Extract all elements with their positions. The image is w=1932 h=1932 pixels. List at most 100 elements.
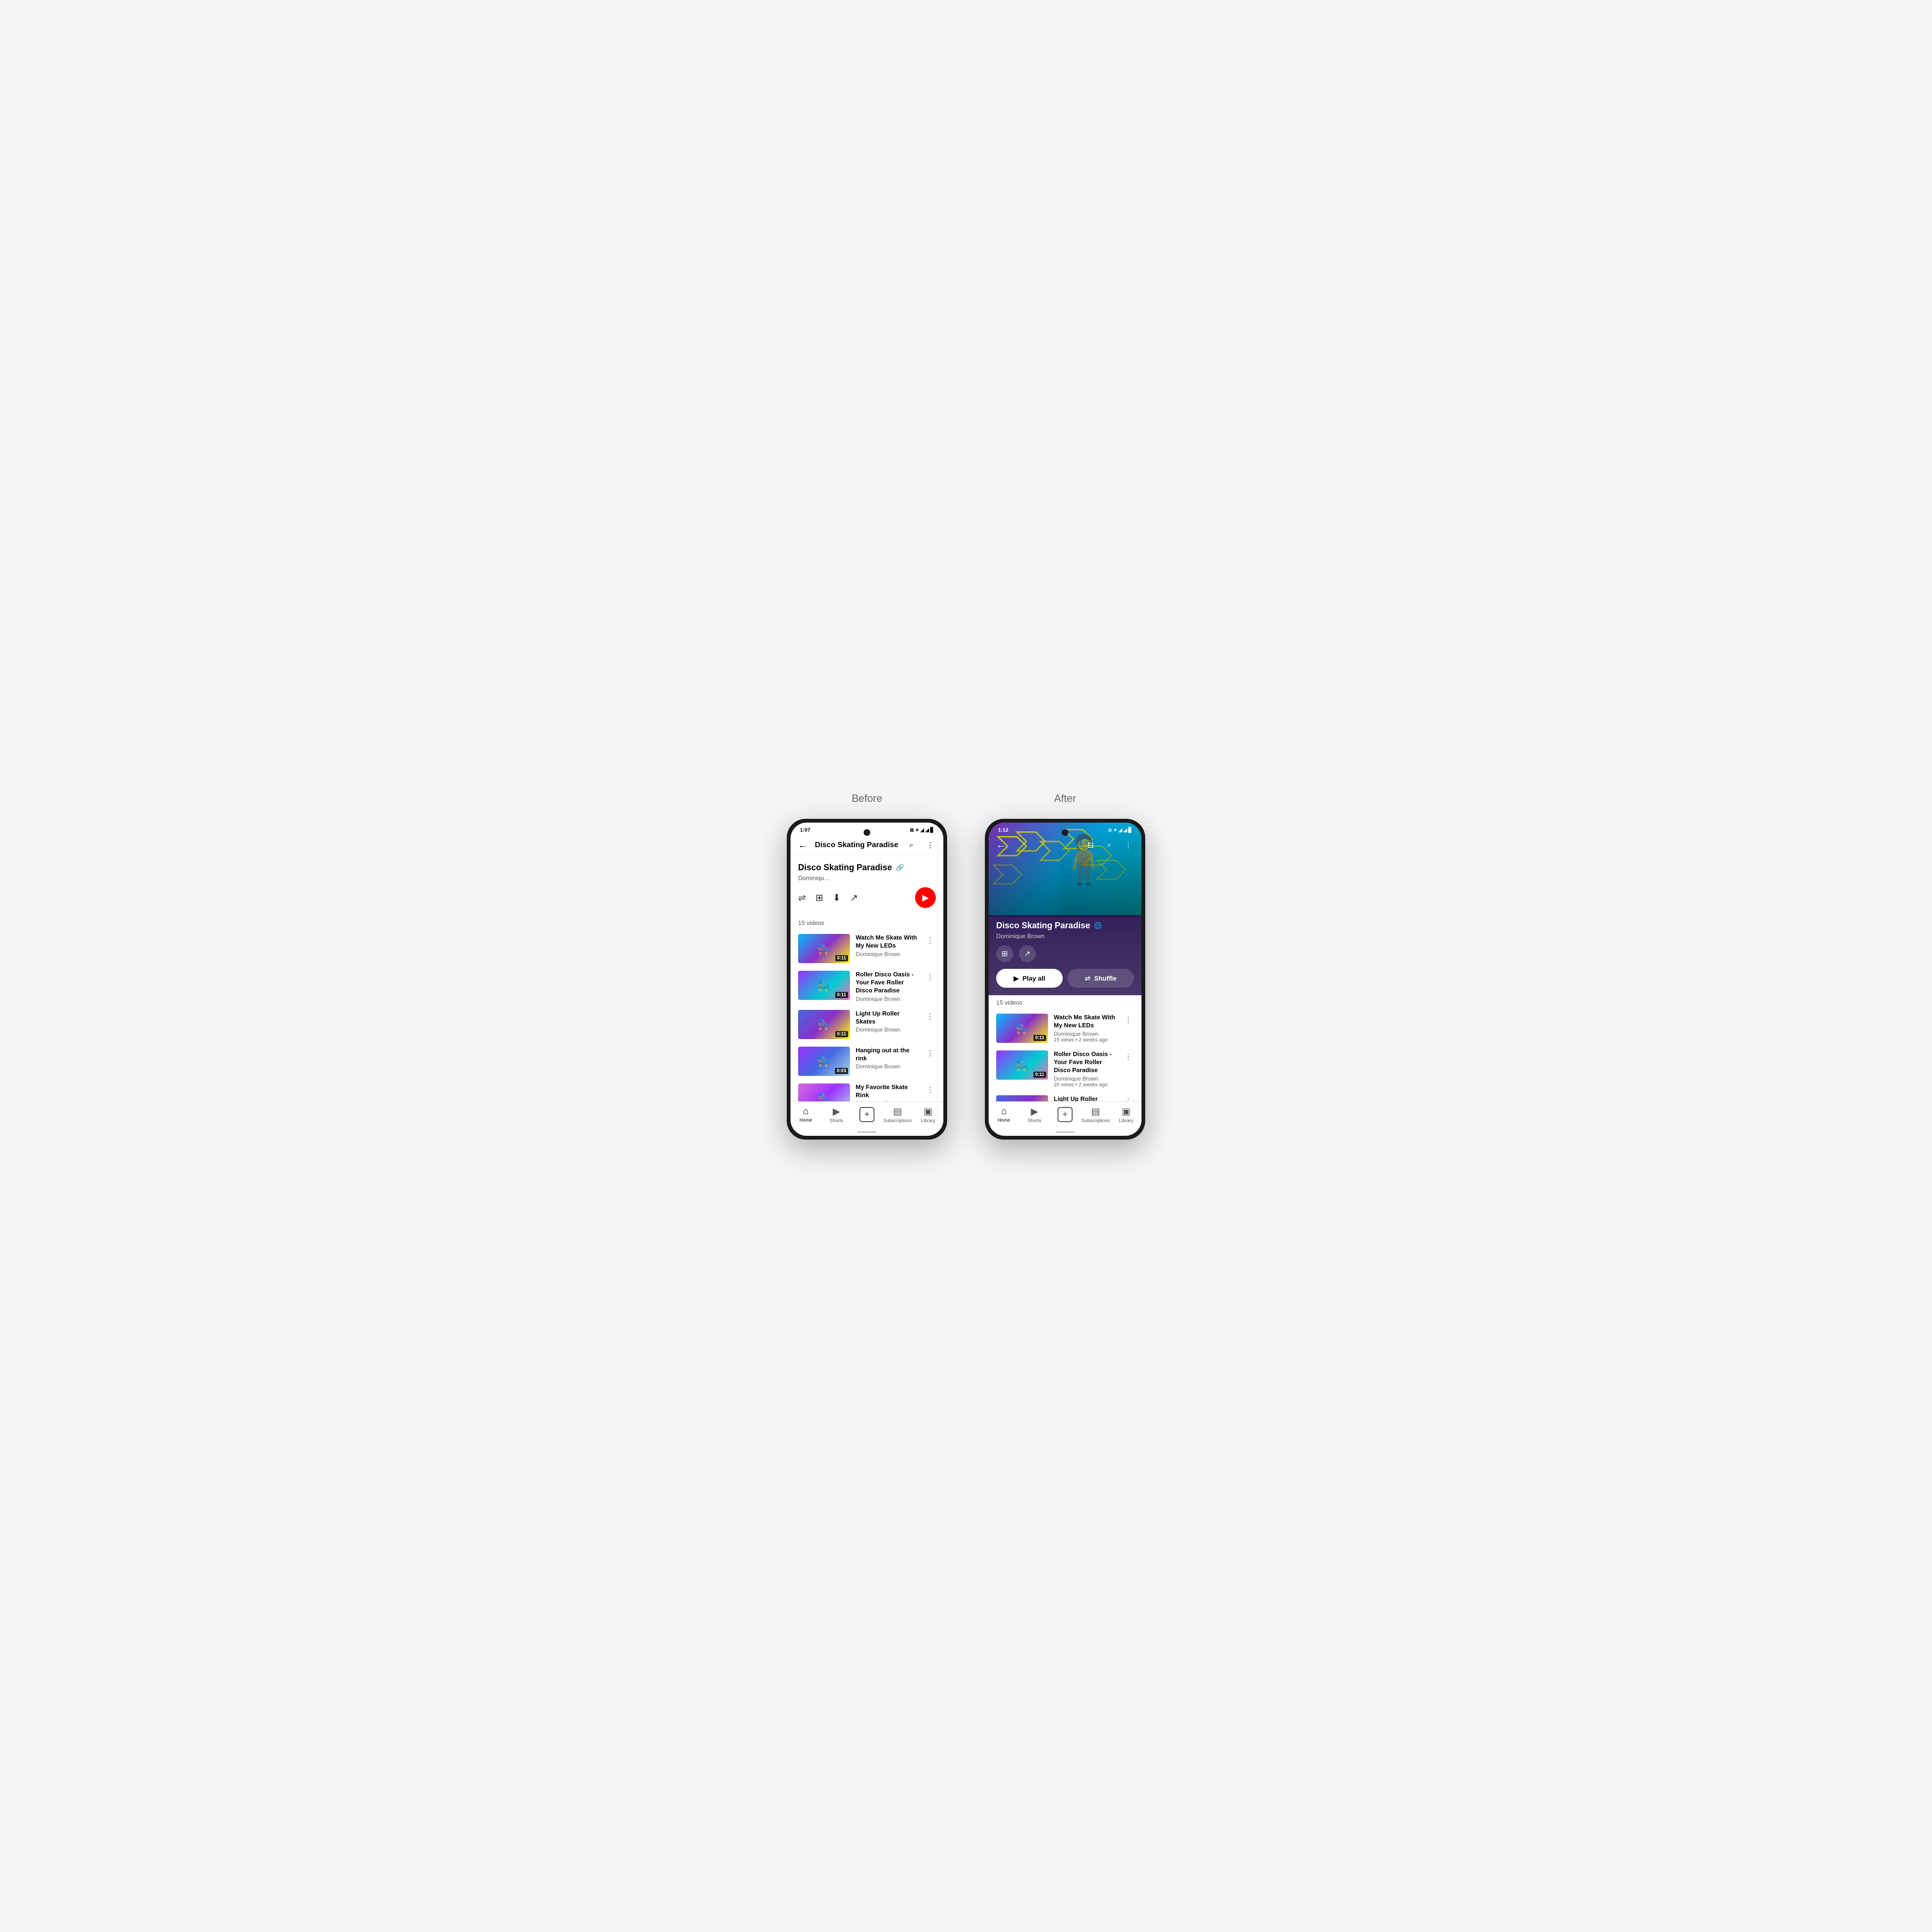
after-playlist-title-text: Disco Skating Paradise <box>996 921 1090 931</box>
before-info-3: Light Up Roller Skates Dominique Brown <box>856 1010 919 1033</box>
after-nav-shorts[interactable]: ▶ Shorts <box>1019 1106 1050 1124</box>
before-video-item-1[interactable]: 🛼 0:11 Watch Me Skate With My New LEDs D… <box>791 930 943 967</box>
before-column: Before 1:07 ⊠ ✦ ◢ ◢ ▊ ← Disco Skating Pa… <box>787 792 947 1140</box>
before-duration-4: 0:03 <box>835 1068 848 1074</box>
after-add-action[interactable]: ⊞ <box>996 945 1013 962</box>
after-title-2: Roller Disco Oasis - Your Fave Roller Di… <box>1054 1050 1117 1074</box>
before-sub-label: Subscriptions <box>883 1118 912 1124</box>
before-nav-title: Disco Skating Paradise <box>808 841 906 849</box>
before-thumb-5: 🛼 0:09 <box>798 1083 850 1101</box>
before-status-time: 1:07 <box>800 827 810 833</box>
after-add-btn[interactable]: + <box>1058 1107 1073 1122</box>
before-nav-shorts[interactable]: ▶ Shorts <box>821 1106 852 1124</box>
after-video-count: 15 videos <box>989 995 1141 1010</box>
after-nav-library[interactable]: ▣ Library <box>1111 1106 1141 1124</box>
after-shorts-label: Shorts <box>1028 1118 1041 1124</box>
before-download-action[interactable]: ⬇ <box>833 892 841 904</box>
before-shuffle-action[interactable]: ⇌ <box>798 892 806 904</box>
after-nav-add[interactable]: + <box>1050 1107 1081 1122</box>
before-channel-1: Dominique Brown <box>856 951 919 958</box>
before-thumb-4: 🛼 0:03 <box>798 1047 850 1076</box>
before-info-2: Roller Disco Oasis - Your Fave Roller Di… <box>856 971 919 1002</box>
after-nav-subscriptions[interactable]: ▤ Subscriptions <box>1080 1106 1111 1124</box>
after-meta-1: 15 views • 2 weeks ago <box>1054 1037 1117 1043</box>
before-title-3: Light Up Roller Skates <box>856 1010 919 1026</box>
after-more-1[interactable]: ⋮ <box>1123 1014 1134 1027</box>
before-channel-4: Dominique Brown <box>856 1063 919 1070</box>
before-duration-3: 0:11 <box>835 1031 848 1037</box>
before-nav-home[interactable]: ⌂ Home <box>791 1106 821 1123</box>
before-nav-add[interactable]: + <box>852 1107 883 1122</box>
after-globe-icon: 🌐 <box>1094 922 1102 930</box>
before-video-count: 15 videos <box>791 917 943 930</box>
after-home-label: Home <box>998 1118 1010 1123</box>
before-add-btn[interactable]: + <box>859 1107 874 1122</box>
before-thumb-1: 🛼 0:11 <box>798 934 850 963</box>
before-play-fab-icon: ▶ <box>922 893 929 903</box>
before-skater-2: 🛼 <box>817 979 831 992</box>
after-cast-icon[interactable]: ⊟ <box>1085 840 1096 851</box>
before-more-4[interactable]: ⋮ <box>924 1047 936 1060</box>
after-share-action[interactable]: ↗ <box>1019 945 1036 962</box>
after-playlist-info: Disco Skating Paradise 🌐 Dominique Brown… <box>989 915 1141 995</box>
after-nav-icons: ⊟ ⌕ ⋮ <box>1085 840 1134 851</box>
before-status-icon: ⊠ ✦ ◢ ◢ ▊ <box>910 828 934 833</box>
before-thumb-2: 🛼 0:11 <box>798 971 850 1000</box>
before-more-icon[interactable]: ⋮ <box>924 840 936 851</box>
after-more-2[interactable]: ⋮ <box>1123 1050 1134 1064</box>
camera-notch-before <box>864 829 870 836</box>
before-nav-subscriptions[interactable]: ▤ Subscriptions <box>882 1106 913 1124</box>
after-video-item-3[interactable]: 🛼 0:11 Light Up Roller Skates Dominique … <box>989 1091 1141 1101</box>
after-status-icons: ⊙ ✦ ◢ ◢ ▊ <box>1108 828 1132 833</box>
after-more-3[interactable]: ⋮ <box>1123 1095 1134 1101</box>
before-video-item-3[interactable]: 🛼 0:11 Light Up Roller Skates Dominique … <box>791 1006 943 1043</box>
after-back-button[interactable]: ← <box>996 840 1006 851</box>
before-more-2[interactable]: ⋮ <box>924 971 936 984</box>
before-back-button[interactable]: ← <box>798 840 808 851</box>
before-title-4: Hanging out at the rink <box>856 1047 919 1063</box>
after-nav-home[interactable]: ⌂ Home <box>989 1106 1019 1123</box>
after-play-icon: ▶ <box>1014 974 1019 983</box>
after-bottom-nav: ⌂ Home ▶ Shorts + ▤ Subscriptions <box>989 1101 1141 1129</box>
before-search-icon[interactable]: ⌕ <box>906 840 917 851</box>
after-play-all-button[interactable]: ▶ Play all <box>996 969 1063 988</box>
before-info-4: Hanging out at the rink Dominique Brown <box>856 1047 919 1070</box>
after-info-1: Watch Me Skate With My New LEDs Dominiqu… <box>1054 1014 1117 1043</box>
before-more-5[interactable]: ⋮ <box>924 1083 936 1097</box>
before-more-1[interactable]: ⋮ <box>924 934 936 947</box>
before-nav-library[interactable]: ▣ Library <box>913 1106 943 1124</box>
before-share-action[interactable]: ↗ <box>850 892 858 904</box>
before-link-icon: 🔗 <box>896 864 904 872</box>
after-video-item-2[interactable]: 🛼 0:11 Roller Disco Oasis - Your Fave Ro… <box>989 1047 1141 1091</box>
before-nav-icons: ⌕ ⋮ <box>906 840 936 851</box>
before-more-3[interactable]: ⋮ <box>924 1010 936 1023</box>
after-playlist-channel: Dominique Brown <box>996 933 1134 940</box>
before-video-item-5[interactable]: 🛼 0:09 My Favorite Skate Rink Dominique … <box>791 1080 943 1101</box>
after-more-icon[interactable]: ⋮ <box>1123 840 1134 851</box>
after-video-item-1[interactable]: 🛼 0:11 Watch Me Skate With My New LEDs D… <box>989 1010 1141 1047</box>
before-playlist-title: Disco Skating Paradise <box>798 863 892 873</box>
before-skater-5: 🛼 <box>817 1091 831 1101</box>
after-home-icon: ⌂ <box>1001 1106 1007 1117</box>
before-home-label: Home <box>799 1118 812 1123</box>
before-skater-1: 🛼 <box>817 942 831 956</box>
before-play-fab[interactable]: ▶ <box>915 887 936 908</box>
after-status-icon: ⊙ ✦ ◢ ◢ ▊ <box>1108 828 1132 833</box>
before-title-2: Roller Disco Oasis - Your Fave Roller Di… <box>856 971 919 995</box>
after-title-3: Light Up Roller Skates <box>1054 1095 1117 1101</box>
before-shorts-label: Shorts <box>830 1118 843 1124</box>
after-shuffle-icon: ⇌ <box>1085 974 1091 983</box>
before-video-item-4[interactable]: 🛼 0:03 Hanging out at the rink Dominique… <box>791 1043 943 1080</box>
after-shuffle-label: Shuffle <box>1094 974 1116 982</box>
after-nav-overlay: ← ⊟ ⌕ ⋮ <box>989 836 1141 855</box>
after-lib-icon: ▣ <box>1122 1106 1131 1117</box>
before-add-action[interactable]: ⊞ <box>816 892 824 904</box>
after-shuffle-button[interactable]: ⇌ Shuffle <box>1067 969 1134 988</box>
before-nav-bar: ← Disco Skating Paradise ⌕ ⋮ <box>791 836 943 855</box>
after-shorts-icon: ▶ <box>1031 1106 1038 1117</box>
before-channel-3: Dominique Brown <box>856 1026 919 1033</box>
before-video-item-2[interactable]: 🛼 0:11 Roller Disco Oasis - Your Fave Ro… <box>791 967 943 1006</box>
after-search-icon[interactable]: ⌕ <box>1104 840 1115 851</box>
after-action-row: ⊞ ↗ <box>996 945 1134 962</box>
after-skater-icon-2: 🛼 <box>1015 1058 1029 1072</box>
